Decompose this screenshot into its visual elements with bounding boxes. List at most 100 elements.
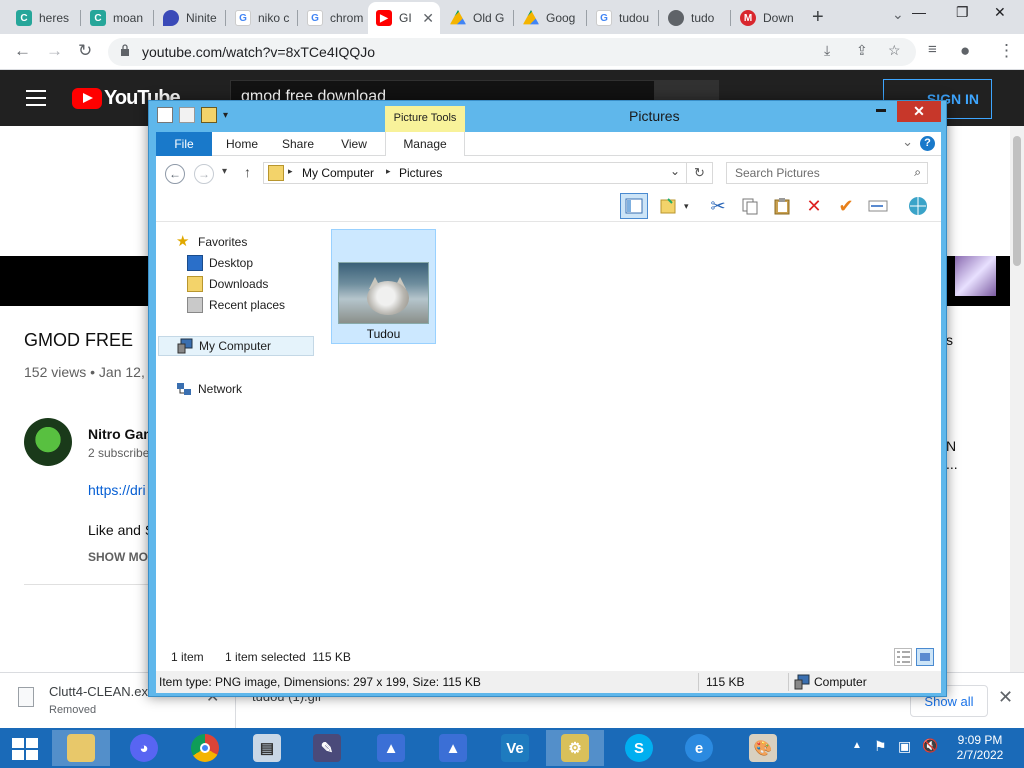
browser-tab[interactable]: Old G bbox=[442, 4, 514, 32]
close-download-bar-icon[interactable]: ✕ bbox=[998, 687, 1013, 708]
taskbar-button-internet-explorer[interactable]: e bbox=[670, 730, 728, 766]
browser-tab[interactable]: G niko c bbox=[227, 4, 297, 32]
details-view-icon[interactable] bbox=[894, 648, 912, 666]
close-tab-icon[interactable]: ✕ bbox=[422, 10, 434, 27]
restore-button[interactable]: ❐ bbox=[956, 4, 969, 21]
browser-tab[interactable]: Ninite bbox=[155, 4, 225, 32]
share-icon[interactable]: ⇪ bbox=[856, 42, 868, 59]
browser-tab-active[interactable]: ▶ GI ✕ bbox=[368, 2, 440, 34]
taskbar-button-vb-app[interactable]: Ve bbox=[486, 730, 544, 766]
browser-tab[interactable]: C heres bbox=[8, 4, 78, 32]
folder-icon bbox=[67, 734, 95, 762]
chrome-menu-icon[interactable]: ⋮ bbox=[998, 41, 1015, 61]
action-center-flag-icon[interactable]: ⚑ bbox=[874, 738, 887, 755]
channel-name[interactable]: Nitro Gam bbox=[88, 426, 156, 442]
window-titlebar[interactable]: ▾ Picture Tools Pictures ▬ ✕ bbox=[149, 101, 946, 134]
refresh-icon[interactable]: ↻ bbox=[687, 162, 713, 184]
taskbar-button-file-explorer[interactable] bbox=[52, 730, 110, 766]
close-window-button[interactable]: ✕ bbox=[994, 4, 1006, 21]
page-scrollbar[interactable] bbox=[1010, 126, 1024, 672]
forward-icon[interactable]: → bbox=[46, 41, 63, 61]
tab-file[interactable]: File bbox=[156, 132, 212, 156]
nav-favorites[interactable]: ★ Favorites bbox=[176, 232, 247, 252]
breadcrumb-my-computer[interactable]: My Computer bbox=[302, 166, 374, 180]
recent-locations-icon[interactable]: ▾ bbox=[222, 166, 227, 177]
tab-view[interactable]: View bbox=[328, 132, 380, 156]
share-globe-icon[interactable] bbox=[904, 193, 932, 219]
profile-icon[interactable]: ● bbox=[960, 41, 970, 61]
expand-ribbon-icon[interactable]: ⌄ bbox=[902, 134, 913, 150]
tab-manage[interactable]: Manage bbox=[385, 132, 465, 156]
browser-tab[interactable]: C moan bbox=[82, 4, 154, 32]
browser-tab[interactable]: G chrom bbox=[299, 4, 369, 32]
star-icon: ★ bbox=[176, 233, 190, 250]
media-queue-icon[interactable]: ≡ bbox=[928, 41, 937, 58]
close-button[interactable]: ✕ bbox=[897, 101, 941, 122]
install-icon[interactable]: ⤓ bbox=[824, 42, 830, 59]
new-folder-icon[interactable] bbox=[201, 107, 217, 123]
help-icon[interactable]: ? bbox=[920, 136, 935, 151]
properties-check-icon[interactable]: ✔ bbox=[832, 193, 860, 219]
bookmark-star-icon[interactable]: ☆ bbox=[888, 42, 901, 59]
start-button[interactable] bbox=[12, 738, 38, 760]
nav-network[interactable]: Network bbox=[176, 379, 242, 399]
system-clock[interactable]: 9:09 PM 2/7/2022 bbox=[952, 733, 1008, 763]
back-icon[interactable]: ← bbox=[165, 164, 185, 184]
browser-tab[interactable]: M Down bbox=[732, 4, 802, 32]
file-item[interactable]: Tudou bbox=[331, 229, 436, 344]
customize-toolbar-icon[interactable]: ▾ bbox=[223, 110, 228, 121]
taskbar-button-sail-app-2[interactable]: ▲ bbox=[424, 730, 482, 766]
show-hidden-icons[interactable]: ▲ bbox=[852, 740, 862, 751]
cut-icon[interactable]: ✂ bbox=[704, 193, 732, 219]
address-bar[interactable]: youtube.com/watch?v=8xTCe4IQQJo ⤓ ⇪ ☆ bbox=[108, 38, 916, 66]
hamburger-menu-icon[interactable] bbox=[26, 90, 46, 106]
window-menu-icon[interactable] bbox=[157, 107, 173, 123]
clock-time: 9:09 PM bbox=[957, 733, 1003, 747]
tab-home[interactable]: Home bbox=[216, 132, 268, 156]
taskbar-button-chrome[interactable] bbox=[176, 730, 234, 766]
new-tab-button[interactable]: + bbox=[812, 6, 824, 29]
taskbar-button-sail-app-1[interactable]: ▲ bbox=[362, 730, 420, 766]
rename-icon[interactable] bbox=[864, 193, 892, 219]
tab-search-icon[interactable]: ⌄ bbox=[892, 6, 904, 23]
show-more-button[interactable]: SHOW MOR bbox=[88, 550, 157, 564]
minimize-button[interactable]: — bbox=[912, 4, 926, 20]
taskbar-button-skype[interactable]: S bbox=[610, 730, 668, 766]
back-icon[interactable]: ← bbox=[14, 41, 31, 61]
nav-desktop[interactable]: Desktop bbox=[187, 253, 253, 273]
scrollbar-thumb[interactable] bbox=[1013, 136, 1021, 266]
layout-icon[interactable]: ▾ bbox=[656, 193, 696, 219]
search-input[interactable]: Search Pictures ⌕ bbox=[726, 162, 928, 184]
properties-icon[interactable] bbox=[179, 107, 195, 123]
volume-muted-icon[interactable]: 🔇 bbox=[922, 738, 938, 754]
copy-icon[interactable] bbox=[736, 193, 764, 219]
address-box[interactable]: ▸ My Computer ▸ Pictures ⌄ bbox=[263, 162, 687, 184]
reload-icon[interactable]: ↻ bbox=[78, 41, 92, 61]
status-bar: 1 item 1 item selected 115 KB bbox=[156, 643, 941, 671]
preview-pane-icon[interactable] bbox=[620, 193, 648, 219]
description-link[interactable]: https://dri bbox=[88, 482, 146, 498]
large-icons-view-icon[interactable] bbox=[916, 648, 934, 666]
tab-share[interactable]: Share bbox=[272, 132, 324, 156]
minimize-button[interactable]: ▬ bbox=[871, 104, 891, 122]
browser-tab[interactable]: tudo bbox=[660, 4, 730, 32]
forward-icon[interactable]: → bbox=[194, 164, 214, 184]
network-tray-icon[interactable]: ▣ bbox=[898, 738, 911, 755]
browser-tab[interactable]: G tudou bbox=[588, 4, 658, 32]
up-icon[interactable]: ↑ bbox=[244, 164, 251, 180]
nav-downloads[interactable]: Downloads bbox=[187, 274, 268, 294]
delete-icon[interactable]: ✕ bbox=[800, 193, 828, 219]
paste-icon[interactable] bbox=[768, 193, 796, 219]
taskbar-button-discord[interactable]: ◕ bbox=[115, 730, 173, 766]
address-dropdown-icon[interactable]: ⌄ bbox=[670, 164, 680, 178]
taskbar-button-control-panel[interactable]: ▤ bbox=[238, 730, 296, 766]
browser-tab[interactable]: Goog bbox=[515, 4, 587, 32]
taskbar-button-gears-app[interactable]: ⚙ bbox=[546, 730, 604, 766]
taskbar-button-paint-tool[interactable]: ✎ bbox=[298, 730, 356, 766]
related-video-thumbnail[interactable] bbox=[955, 256, 996, 296]
breadcrumb-pictures[interactable]: Pictures bbox=[399, 166, 442, 180]
nav-recent-places[interactable]: Recent places bbox=[187, 295, 285, 315]
channel-avatar[interactable] bbox=[24, 418, 72, 466]
taskbar-button-paint[interactable]: 🎨 bbox=[734, 730, 792, 766]
nav-my-computer[interactable]: My Computer bbox=[158, 336, 314, 356]
